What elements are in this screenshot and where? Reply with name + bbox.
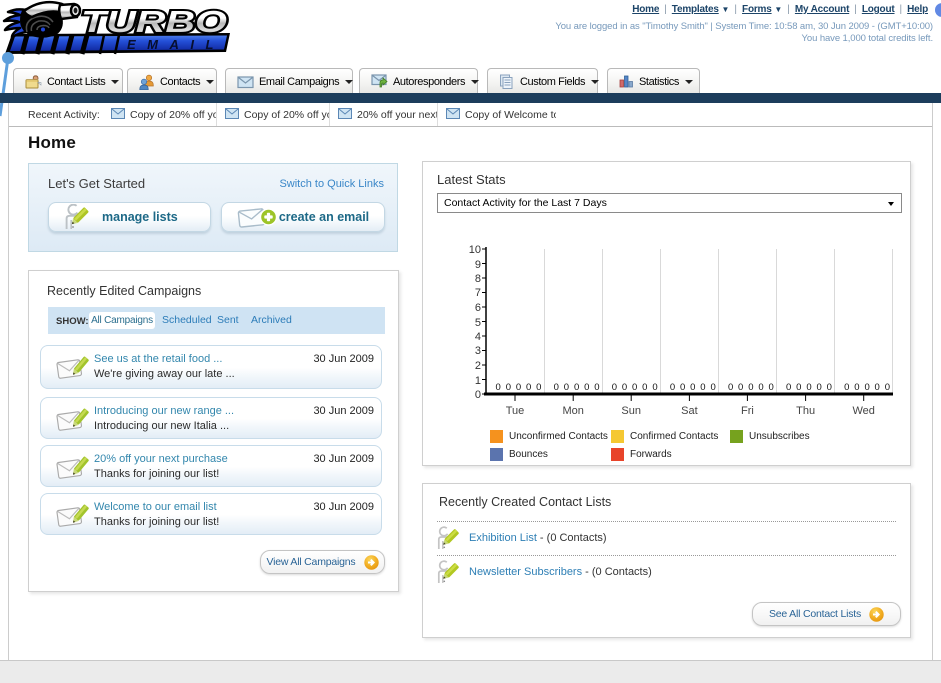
svg-text:0: 0 [875,382,880,393]
svg-text:0: 0 [816,382,821,393]
svg-text:0: 0 [844,382,849,393]
svg-text:0: 0 [536,382,541,393]
svg-text:9: 9 [475,259,481,271]
svg-text:Fri: Fri [741,405,754,417]
svg-text:0: 0 [827,382,832,393]
svg-text:0: 0 [806,382,811,393]
svg-text:0: 0 [670,382,675,393]
svg-text:0: 0 [516,382,521,393]
svg-text:0: 0 [652,382,657,393]
svg-text:10: 10 [469,244,481,256]
svg-text:Thu: Thu [796,405,815,417]
svg-text:0: 0 [564,382,569,393]
svg-text:0: 0 [506,382,511,393]
svg-text:0: 0 [738,382,743,393]
svg-text:0: 0 [796,382,801,393]
svg-text:0: 0 [700,382,705,393]
svg-text:Sat: Sat [681,405,698,417]
svg-text:0: 0 [554,382,559,393]
svg-text:0: 0 [885,382,890,393]
svg-text:Sun: Sun [621,405,641,417]
svg-text:0: 0 [748,382,753,393]
svg-text:0: 0 [475,389,481,401]
svg-text:EMAIL: EMAIL [127,37,225,52]
svg-text:Tue: Tue [506,405,525,417]
svg-text:0: 0 [612,382,617,393]
svg-text:0: 0 [632,382,637,393]
svg-text:3: 3 [475,345,481,357]
svg-text:Wed: Wed [852,405,874,417]
svg-text:TURBO: TURBO [81,4,227,39]
svg-text:0: 0 [728,382,733,393]
svg-text:0: 0 [680,382,685,393]
svg-text:0: 0 [786,382,791,393]
svg-text:0: 0 [594,382,599,393]
svg-text:0: 0 [854,382,859,393]
svg-text:0: 0 [769,382,774,393]
svg-text:0: 0 [710,382,715,393]
svg-text:5: 5 [475,317,481,329]
svg-text:4: 4 [475,331,481,343]
svg-text:0: 0 [758,382,763,393]
svg-text:0: 0 [496,382,501,393]
svg-text:0: 0 [574,382,579,393]
svg-text:2: 2 [475,360,481,372]
svg-text:0: 0 [864,382,869,393]
svg-text:Mon: Mon [562,405,583,417]
svg-text:1: 1 [475,375,481,387]
svg-text:8: 8 [475,273,481,285]
svg-text:0: 0 [526,382,531,393]
svg-text:6: 6 [475,302,481,314]
svg-text:0: 0 [642,382,647,393]
svg-text:0: 0 [622,382,627,393]
svg-text:0: 0 [584,382,589,393]
svg-text:7: 7 [475,287,481,299]
svg-text:0: 0 [690,382,695,393]
